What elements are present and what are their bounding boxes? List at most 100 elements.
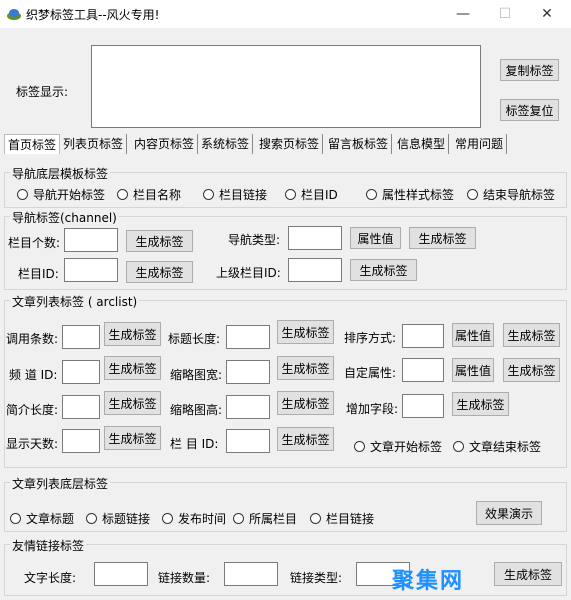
arclist-generate-button-10[interactable]: 生成标签 [503, 358, 560, 382]
radio-circle-icon [453, 441, 464, 452]
arclist-generate-button-5[interactable]: 生成标签 [277, 320, 334, 344]
radio-circle-icon [203, 189, 214, 200]
channel-generate-button-1[interactable]: 生成标签 [126, 230, 193, 252]
friendlink-title: 友情链接标签 [10, 537, 87, 554]
nav-type-input[interactable] [288, 226, 342, 250]
channel-title: 导航标签(channel) [10, 209, 119, 226]
tab-search[interactable]: 搜索页标签 [256, 134, 324, 154]
channel-generate-button-4[interactable]: 生成标签 [350, 259, 417, 281]
arclist-generate-button-2[interactable]: 生成标签 [104, 356, 161, 380]
radio-circle-icon [17, 189, 28, 200]
parent-id-label: 上级栏目ID: [216, 266, 281, 280]
radio-publish-time[interactable]: 发布时间 [162, 510, 226, 527]
radio-column-link[interactable]: 栏目链接 [203, 186, 267, 203]
app-icon [7, 9, 21, 20]
add-field-input[interactable] [402, 394, 444, 418]
call-count-label: 调用条数: [6, 332, 59, 346]
minimize-icon[interactable]: — [446, 2, 480, 26]
show-days-label: 显示天数: [6, 437, 59, 451]
custom-attr-label: 自定属性: [344, 366, 397, 380]
close-icon[interactable]: ✕ [530, 2, 564, 26]
radio-belong-column[interactable]: 所属栏目 [233, 510, 297, 527]
radio-arc-column-link[interactable]: 栏目链接 [310, 510, 374, 527]
nav-type-label: 导航类型: [228, 233, 281, 247]
column-count-input[interactable] [64, 228, 118, 252]
arc-template-title: 文章列表底层标签 [10, 475, 111, 492]
tab-home[interactable]: 首页标签 [4, 134, 61, 154]
radio-column-id[interactable]: 栏目ID [285, 186, 338, 203]
arclist-generate-button-3[interactable]: 生成标签 [104, 391, 161, 415]
radio-nav-end[interactable]: 结束导航标签 [467, 186, 555, 203]
arclist-generate-button-7[interactable]: 生成标签 [277, 391, 334, 415]
text-length-input[interactable] [94, 562, 148, 586]
call-count-input[interactable] [62, 325, 100, 349]
link-type-label: 链接类型: [290, 571, 343, 585]
show-days-input[interactable] [62, 429, 100, 453]
arclist-title: 文章列表标签 ( arclist) [10, 293, 140, 310]
radio-attr-style[interactable]: 属性样式标签 [366, 186, 454, 203]
arclist-generate-button-4[interactable]: 生成标签 [104, 426, 161, 450]
thumb-width-label: 缩略图宽: [170, 368, 223, 382]
radio-circle-icon [86, 513, 97, 524]
copy-tag-button[interactable]: 复制标签 [500, 59, 559, 81]
tab-info-model[interactable]: 信息模型 [394, 134, 450, 154]
demo-button[interactable]: 效果演示 [476, 501, 542, 525]
custom-attr-button[interactable]: 属性值 [452, 358, 494, 382]
channel-id-input[interactable] [62, 360, 100, 384]
arclist-column-id-label: 栏 目 ID: [170, 437, 219, 451]
maximize-icon[interactable]: ☐ [488, 2, 522, 26]
intro-length-label: 简介长度: [6, 403, 59, 417]
custom-attr-input[interactable] [402, 358, 444, 382]
tab-content[interactable]: 内容页标签 [131, 134, 199, 154]
channel-generate-button-3[interactable]: 生成标签 [409, 227, 476, 249]
radio-circle-icon [354, 441, 365, 452]
friendlink-generate-button[interactable]: 生成标签 [494, 562, 562, 586]
radio-article-start[interactable]: 文章开始标签 [354, 438, 442, 455]
reset-tag-button[interactable]: 标签复位 [500, 99, 559, 121]
intro-length-input[interactable] [62, 395, 100, 419]
text-length-label: 文字长度: [24, 571, 77, 585]
tag-display-label: 标签显示: [16, 85, 69, 99]
radio-circle-icon [117, 189, 128, 200]
arclist-column-id-input[interactable] [226, 429, 270, 453]
parent-id-input[interactable] [288, 258, 342, 282]
radio-column-name[interactable]: 栏目名称 [117, 186, 181, 203]
tag-display-textarea[interactable] [91, 45, 481, 128]
tab-system[interactable]: 系统标签 [198, 134, 254, 154]
thumb-height-label: 缩略图高: [170, 403, 223, 417]
channel-generate-button-2[interactable]: 生成标签 [126, 261, 193, 283]
arclist-generate-button-11[interactable]: 生成标签 [452, 392, 509, 416]
thumb-width-input[interactable] [226, 360, 270, 384]
radio-circle-icon [233, 513, 244, 524]
nav-type-attr-button[interactable]: 属性值 [350, 227, 401, 249]
nav-template-title: 导航底层模板标签 [10, 165, 111, 182]
channel-id-label: 频 道 ID: [9, 368, 58, 382]
sort-input[interactable] [402, 324, 444, 348]
radio-nav-start[interactable]: 导航开始标签 [17, 186, 105, 203]
arclist-generate-button-6[interactable]: 生成标签 [277, 356, 334, 380]
add-field-label: 增加字段: [346, 402, 399, 416]
arclist-generate-button-1[interactable]: 生成标签 [104, 322, 161, 346]
arclist-generate-button-9[interactable]: 生成标签 [503, 323, 560, 347]
sort-label: 排序方式: [344, 331, 397, 345]
radio-article-end[interactable]: 文章结束标签 [453, 438, 541, 455]
tab-list[interactable]: 列表页标签 [60, 134, 128, 154]
radio-circle-icon [310, 513, 321, 524]
link-count-input[interactable] [224, 562, 278, 586]
link-count-label: 链接数量: [158, 571, 211, 585]
thumb-height-input[interactable] [226, 395, 270, 419]
sort-attr-button[interactable]: 属性值 [452, 323, 494, 347]
radio-arc-title[interactable]: 文章标题 [10, 510, 74, 527]
radio-title-link[interactable]: 标题链接 [86, 510, 150, 527]
window-title: 织梦标签工具--风火专用! [26, 8, 160, 22]
radio-circle-icon [10, 513, 21, 524]
column-id-label: 栏目ID: [18, 267, 59, 281]
watermark-logo: 聚集网 [392, 569, 465, 594]
title-length-input[interactable] [226, 325, 270, 349]
column-count-label: 栏目个数: [8, 236, 61, 250]
arclist-generate-button-8[interactable]: 生成标签 [277, 427, 334, 451]
column-id-input[interactable] [64, 258, 118, 282]
tab-guestbook[interactable]: 留言板标签 [325, 134, 393, 154]
radio-circle-icon [366, 189, 377, 200]
tab-faq[interactable]: 常用问题 [452, 134, 508, 154]
